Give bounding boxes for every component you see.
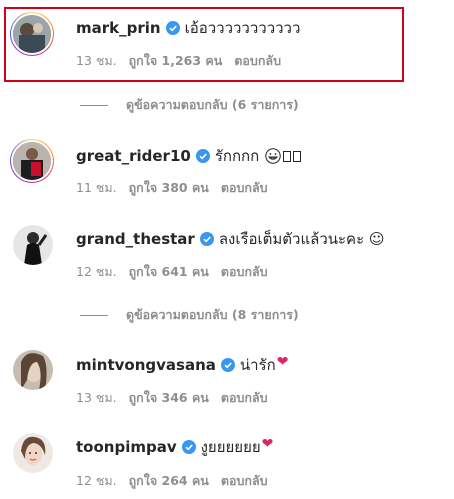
grinning-face-icon [265,148,281,164]
verified-badge-icon [220,358,235,372]
avatar-grand-thestar[interactable] [13,225,53,265]
avatar-toonpimpav[interactable] [13,433,53,473]
verified-badge-icon [199,232,214,246]
comment-text: ลงเรือเต็มตัวแล้วนะคะ ☺ [218,230,385,248]
comment-text: รักกกก [214,147,260,165]
avatar-great-rider10[interactable] [10,139,54,183]
view-replies-label: ดูข้อความตอบกลับ (6 รายการ) [126,97,299,112]
view-replies-button[interactable]: ดูข้อความตอบกลับ (8 รายการ) [80,305,299,325]
comment-time: 11 ชม. [76,180,117,195]
verified-badge-icon [195,149,210,163]
comment-text: น่ารัก [239,356,276,374]
comment-time: 12 ชม. [76,473,117,488]
reply-button[interactable]: ตอบกลับ [221,471,268,491]
red-heart-icon: ❤ [261,436,274,452]
comment-text: งูยยยยยย [200,438,261,456]
reply-button[interactable]: ตอบกลับ [221,178,268,198]
highlight-box [4,7,404,82]
divider [80,104,108,106]
reply-button[interactable]: ตอบกลับ [221,262,268,282]
view-replies-label: ดูข้อความตอบกลับ (8 รายการ) [126,307,299,322]
comment-time: 13 ชม. [76,390,117,405]
red-heart-icon: ❤ [276,354,289,370]
missing-glyph-icon [283,150,292,162]
missing-glyph-icon [293,150,302,162]
likes-count[interactable]: ถูกใจ 641 คน [129,262,209,282]
username-mintvongvasana[interactable]: mintvongvasana [76,355,216,375]
username-toonpimpav[interactable]: toonpimpav [76,437,177,457]
username-great-rider10[interactable]: great_rider10 [76,146,191,166]
likes-count[interactable]: ถูกใจ 346 คน [129,388,209,408]
likes-count[interactable]: ถูกใจ 380 คน [129,178,209,198]
verified-badge-icon [181,440,196,454]
reply-button[interactable]: ตอบกลับ [221,388,268,408]
username-grand-thestar[interactable]: grand_thestar [76,229,195,249]
avatar-mintvongvasana[interactable] [13,350,53,390]
likes-count[interactable]: ถูกใจ 264 คน [129,471,209,491]
divider [80,314,108,316]
view-replies-button[interactable]: ดูข้อความตอบกลับ (6 รายการ) [80,95,299,115]
comment-time: 12 ชม. [76,264,117,279]
